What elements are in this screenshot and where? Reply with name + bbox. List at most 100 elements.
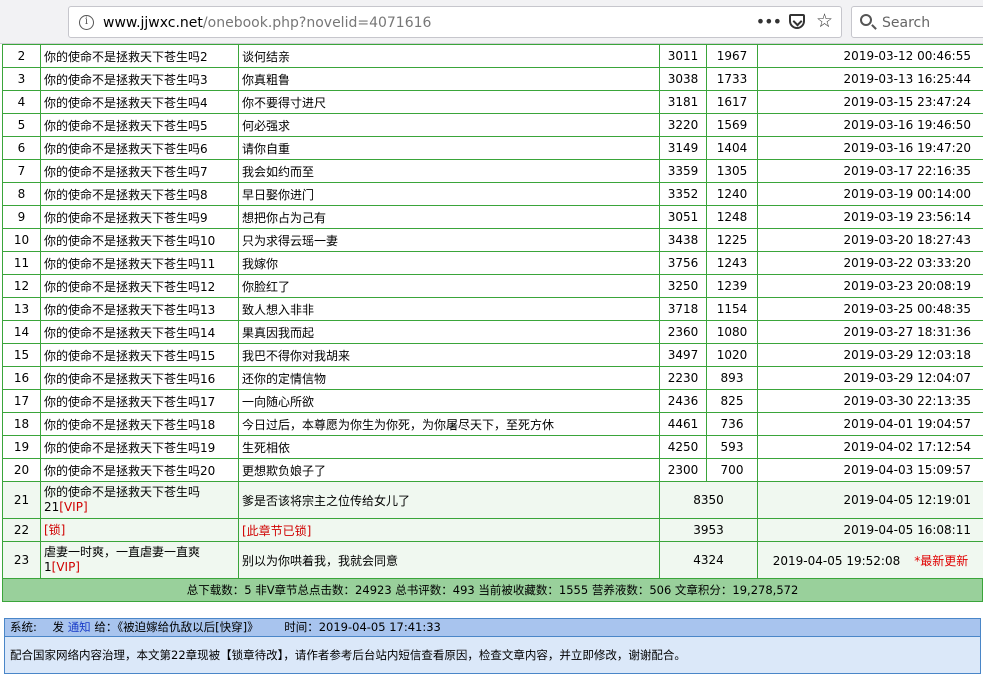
chapter-title-link[interactable]: 你的使命不是拯救天下苍生吗15 [40, 343, 239, 367]
chapter-click-count: 593 [706, 435, 758, 459]
chapter-word-count: 2230 [659, 366, 707, 390]
chapter-title-link[interactable]: 你的使命不是拯救天下苍生吗2 [40, 44, 239, 68]
chapter-title-link[interactable]: 你的使命不是拯救天下苍生吗7 [40, 159, 239, 183]
table-row: 6 你的使命不是拯救天下苍生吗6 请你自重 3149 1404 2019-03-16 19… [2, 136, 983, 160]
chapter-title-link[interactable]: 你的使命不是拯救天下苍生吗11 [40, 251, 239, 275]
chapter-number: 18 [2, 412, 41, 436]
chapter-title-link[interactable]: 你的使命不是拯救天下苍生吗 21[VIP] [40, 481, 239, 519]
chapter-title-link[interactable]: 你的使命不是拯救天下苍生吗10 [40, 228, 239, 252]
notice-time-label: 时间： [284, 620, 319, 634]
notice-label: 系统: [10, 620, 37, 634]
table-row: 12 你的使命不是拯救天下苍生吗12 你脸红了 3250 1239 2019-03-23 … [2, 274, 983, 298]
chapter-word-count: 3497 [659, 343, 707, 367]
chapter-title-link[interactable]: 你的使命不是拯救天下苍生吗8 [40, 182, 239, 206]
system-notice: 系统: 发 通知 给：《被迫嫁给仇敌以后[快穿]》 时间：2019-04-05 … [4, 618, 981, 674]
chapter-update-time: 2019-04-05 19:52:08 *最新更新 [757, 541, 983, 579]
chapter-click-count: 825 [706, 389, 758, 413]
chapter-update-time: 2019-03-29 12:04:07 [757, 366, 983, 390]
chapter-title-link[interactable]: 你的使命不是拯救天下苍生吗4 [40, 90, 239, 114]
table-row: 19 你的使命不是拯救天下苍生吗19 生死相依 4250 593 2019-04-02 1… [2, 435, 983, 459]
update-time-text: 2019-04-05 16:08:11 [843, 523, 971, 537]
chapter-word-count: 3359 [659, 159, 707, 183]
chapter-summary: 我巴不得你对我胡来 [238, 343, 660, 367]
notice-link[interactable]: 通知 [68, 620, 91, 634]
chapter-summary: 你脸红了 [238, 274, 660, 298]
table-row: 21 你的使命不是拯救天下苍生吗 21[VIP] 爹是否该将宗主之位传给女儿了 8350… [2, 481, 983, 519]
chapter-title-suffix: 1 [44, 560, 52, 574]
chapter-summary: 更想欺负娘子了 [238, 458, 660, 482]
chapter-title-link[interactable]: 你的使命不是拯救天下苍生吗20 [40, 458, 239, 482]
chapter-summary: 只为求得云瑶一妻 [238, 228, 660, 252]
chapter-summary: 何必强求 [238, 113, 660, 137]
notice-send: 发 [52, 620, 65, 634]
notice-recipient: 给：《被迫嫁给仇敌以后[快穿]》 [94, 620, 259, 634]
table-row: 20 你的使命不是拯救天下苍生吗20 更想欺负娘子了 2300 700 2019-04-0… [2, 458, 983, 482]
latest-update-badge: *最新更新 [914, 553, 969, 568]
address-bar[interactable]: i www.jjwxc.net/onebook.php?novelid=4071… [68, 6, 842, 38]
more-actions-icon[interactable]: ••• [756, 12, 782, 31]
chapter-update-time: 2019-03-17 22:16:35 [757, 159, 983, 183]
chapter-number: 5 [2, 113, 41, 137]
chapter-number: 19 [2, 435, 41, 459]
chapter-number: 17 [2, 389, 41, 413]
chapter-word-count: 3181 [659, 90, 707, 114]
chapter-title-link[interactable]: 你的使命不是拯救天下苍生吗19 [40, 435, 239, 459]
chapter-click-count: 1569 [706, 113, 758, 137]
table-row: 17 你的使命不是拯救天下苍生吗17 一向随心所欲 2436 825 2019-03-30… [2, 389, 983, 413]
chapter-update-time: 2019-03-25 00:48:35 [757, 297, 983, 321]
chapter-click-count: 736 [706, 412, 758, 436]
chapter-click-count: 1225 [706, 228, 758, 252]
chapter-title-link[interactable]: 你的使命不是拯救天下苍生吗5 [40, 113, 239, 137]
chapter-update-time: 2019-03-19 00:14:00 [757, 182, 983, 206]
chapter-title-link[interactable]: 你的使命不是拯救天下苍生吗3 [40, 67, 239, 91]
bookmark-star-icon[interactable]: ☆ [816, 10, 833, 32]
info-icon[interactable]: i [79, 15, 94, 30]
chapter-update-time: 2019-03-23 20:08:19 [757, 274, 983, 298]
chapter-word-count: 3438 [659, 228, 707, 252]
chapter-number: 14 [2, 320, 41, 344]
chapter-table: 2 你的使命不是拯救天下苍生吗2 谈何结亲 3011 1967 2019-03-12 00… [2, 44, 983, 579]
chapter-summary: 谈何结亲 [238, 44, 660, 68]
chapter-number: 6 [2, 136, 41, 160]
chapter-click-count: 1239 [706, 274, 758, 298]
chapter-click-count: 1154 [706, 297, 758, 321]
chapter-title-link[interactable]: 你的使命不是拯救天下苍生吗9 [40, 205, 239, 229]
chapter-title-link[interactable]: 你的使命不是拯救天下苍生吗18 [40, 412, 239, 436]
chapter-update-time: 2019-03-29 12:03:18 [757, 343, 983, 367]
chapter-number: 9 [2, 205, 41, 229]
url-text[interactable]: www.jjwxc.net/onebook.php?novelid=407161… [103, 15, 431, 31]
chapter-update-time: 2019-03-30 22:13:35 [757, 389, 983, 413]
chapter-title-link[interactable]: 你的使命不是拯救天下苍生吗16 [40, 366, 239, 390]
chapter-word-count: 2300 [659, 458, 707, 482]
chapter-title-link[interactable]: [锁] [40, 518, 239, 542]
chapter-word-count: 3220 [659, 113, 707, 137]
pocket-icon[interactable] [789, 14, 805, 29]
chapter-word-count: 4461 [659, 412, 707, 436]
chapter-title-link[interactable]: 你的使命不是拯救天下苍生吗14 [40, 320, 239, 344]
chapter-title-text: 你的使命不是拯救天下苍生吗 [44, 485, 201, 499]
chapter-title-text: [锁] [44, 522, 66, 537]
chapter-word-count: 3051 [659, 205, 707, 229]
chapter-title-suffix: 21 [44, 500, 60, 514]
chapter-title-link[interactable]: 你的使命不是拯救天下苍生吗13 [40, 297, 239, 321]
chapter-update-time: 2019-04-05 12:19:01 [757, 481, 983, 519]
chapter-title-link[interactable]: 你的使命不是拯救天下苍生吗12 [40, 274, 239, 298]
chapter-word-count: 2360 [659, 320, 707, 344]
chapter-number: 21 [2, 481, 41, 519]
chapter-title-link[interactable]: 你的使命不是拯救天下苍生吗17 [40, 389, 239, 413]
chapter-click-count: 1240 [706, 182, 758, 206]
chapter-click-count: 1248 [706, 205, 758, 229]
chapter-word-count: 3011 [659, 44, 707, 68]
table-row: 4 你的使命不是拯救天下苍生吗4 你不要得寸进尺 3181 1617 2019-03-15… [2, 90, 983, 114]
url-domain: www.jjwxc.net [103, 15, 203, 31]
chapter-title-link[interactable]: 虐妻一时爽，一直虐妻一直爽 1[VIP] [40, 541, 239, 579]
chapter-summary: 早日娶你进门 [238, 182, 660, 206]
search-input[interactable]: Search [851, 6, 983, 38]
chapter-number: 23 [2, 541, 41, 579]
chapter-summary: 生死相依 [238, 435, 660, 459]
chapter-summary: 果真因我而起 [238, 320, 660, 344]
chapter-title-link[interactable]: 你的使命不是拯救天下苍生吗6 [40, 136, 239, 160]
table-row: 3 你的使命不是拯救天下苍生吗3 你真粗鲁 3038 1733 2019-03-13 16… [2, 67, 983, 91]
chapter-number: 16 [2, 366, 41, 390]
vip-badge: [VIP] [51, 560, 80, 574]
